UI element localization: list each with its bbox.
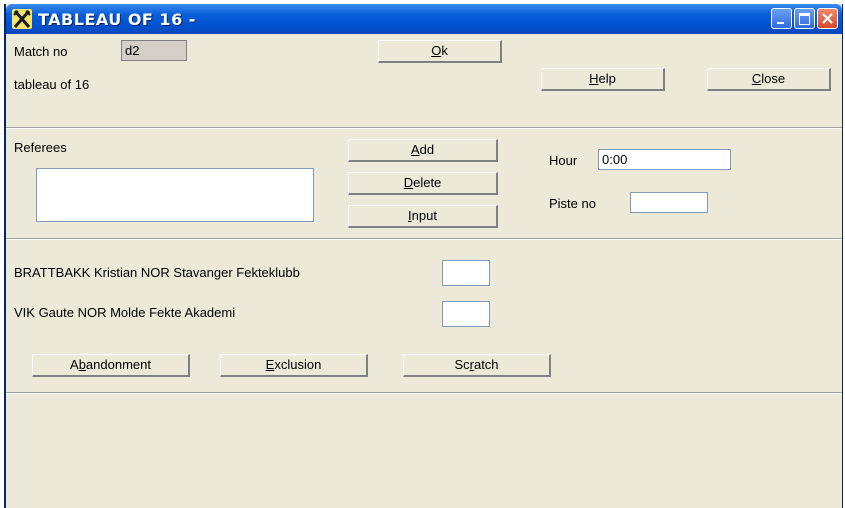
- match-no-field[interactable]: d2: [121, 40, 187, 61]
- input-referee-button[interactable]: Input: [348, 205, 498, 228]
- help-button[interactable]: Help: [541, 68, 665, 91]
- minimize-button[interactable]: [771, 8, 792, 29]
- scratch-button[interactable]: Scratch: [403, 354, 551, 377]
- ok-button[interactable]: Ok: [378, 40, 502, 63]
- exclusion-button[interactable]: Exclusion: [220, 354, 368, 377]
- delete-referee-button[interactable]: Delete: [348, 172, 498, 195]
- fencer-2-score[interactable]: [442, 301, 490, 327]
- abandonment-button[interactable]: Abandonment: [32, 354, 190, 377]
- fencing-crossed-swords-icon: [12, 9, 32, 29]
- title-bar[interactable]: TABLEAU OF 16 -: [6, 4, 842, 34]
- tableau-label: tableau of 16: [14, 77, 90, 92]
- hour-label: Hour: [549, 153, 578, 168]
- window-title: TABLEAU OF 16 -: [38, 10, 196, 29]
- fencer-1-name: BRATTBAKK Kristian NOR Stavanger Fektekl…: [14, 265, 300, 280]
- fencer-1-score[interactable]: [442, 260, 490, 286]
- empty-area: [6, 393, 842, 508]
- match-panel: Match no d2 Ok tableau of 16 Help Close: [6, 34, 842, 128]
- referees-label: Referees: [14, 140, 67, 155]
- fencers-panel: BRATTBAKK Kristian NOR Stavanger Fektekl…: [6, 239, 842, 393]
- close-x-icon: [822, 13, 833, 24]
- match-no-label: Match no: [14, 44, 68, 59]
- hour-field[interactable]: 0:00: [598, 149, 731, 170]
- add-referee-button[interactable]: Add: [348, 139, 498, 162]
- fencer-2-name: VIK Gaute NOR Molde Fekte Akademi: [14, 305, 236, 320]
- piste-no-field[interactable]: [630, 192, 708, 213]
- tableau-window: TABLEAU OF 16 - Match no d2 Ok tableau o…: [4, 4, 843, 508]
- close-button[interactable]: Close: [707, 68, 831, 91]
- maximize-button[interactable]: [794, 8, 815, 29]
- referees-list[interactable]: [36, 168, 314, 222]
- close-window-button[interactable]: [817, 8, 838, 29]
- referees-panel: Referees Add Delete Input Hour 0:00 Pist…: [6, 128, 842, 239]
- piste-no-label: Piste no: [549, 196, 596, 211]
